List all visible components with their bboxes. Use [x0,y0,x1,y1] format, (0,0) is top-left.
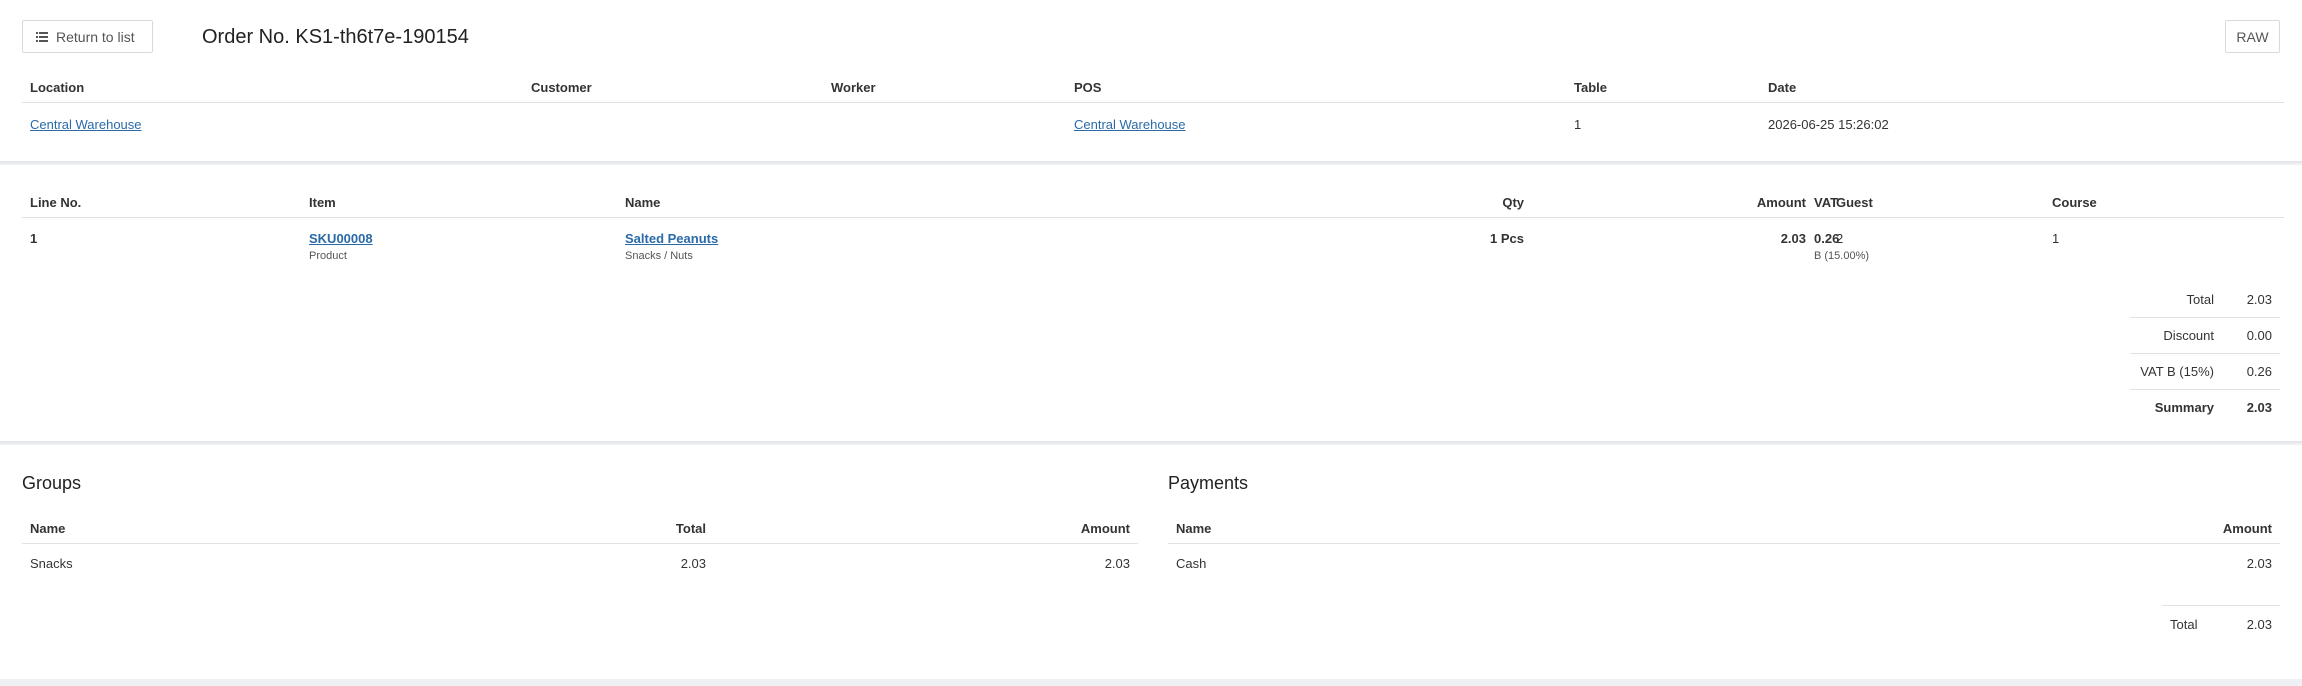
raw-button[interactable]: RAW [2225,20,2280,53]
vat-rate: B (15.00%) [1814,250,1870,262]
date-header: Date [1760,72,2284,103]
worker-header: Worker [823,72,1066,103]
payments-amount-header: Amount [1724,513,2280,544]
item-name-link[interactable]: Salted Peanuts [625,231,718,246]
name-cell: Salted Peanuts Snacks / Nuts [617,218,1257,282]
page-title: Order No. KS1-th6t7e-190154 [202,26,469,48]
summary-row: Summary 2.03 [2130,389,2280,425]
vat-cell: 0.26 B (15.00%) [1814,218,1870,282]
course-header: Course [2044,187,2284,218]
summary-value: 2.03 [2222,389,2280,425]
table-row: 1 SKU00008 Product Salted Peanuts Snacks… [22,218,2284,282]
payments-total-row: Total 2.03 [2162,605,2280,642]
table-header: Table [1566,72,1760,103]
amount-cell: 2.03 [1780,231,1806,246]
item-category: Snacks / Nuts [625,250,693,262]
item-cell: SKU00008 Product [301,218,617,282]
order-info-row: Central Warehouse Central Warehouse 1 20… [22,103,2284,158]
item-type: Product [309,250,347,262]
pos-link[interactable]: Central Warehouse [1074,117,1186,132]
group-name-cell: Snacks [30,556,73,571]
groups-payments-panel: Groups Payments Name Total Amount Snacks… [0,445,2302,679]
groups-total-header: Total [452,513,714,544]
groups-header-row: Name Total Amount [22,513,1138,544]
table-cell: 1 [1574,117,1582,132]
payment-name-cell: Cash [1176,556,1207,571]
payments-header-row: Name Amount [1168,513,2280,544]
worker-cell [823,103,1066,158]
name-header: Name [617,187,1257,218]
payments-title: Payments [1168,473,1249,493]
summary-label: Summary [2130,389,2222,425]
qty-header: Qty [1257,187,1532,218]
item-code-link[interactable]: SKU00008 [309,231,373,246]
payments-total-label: Total [2162,605,2222,642]
vat-total-row: VAT B (15%) 0.26 [2130,353,2280,390]
group-amount-cell: 2.03 [1104,556,1130,571]
pos-cell: Central Warehouse [1066,103,1566,158]
discount-row: Discount 0.00 [2130,317,2280,354]
customer-header: Customer [523,72,823,103]
list-icon [36,31,48,42]
order-totals-table: Total 2.03 Discount 0.00 VAT B (15%) 0.2… [2130,282,2280,425]
line-no-cell: 1 [30,231,38,246]
discount-value: 0.00 [2222,317,2280,354]
payments-total-value: 2.03 [2222,605,2280,642]
order-lines-table: Line No. Item Name Qty Amount VAT Guest … [22,187,2284,281]
return-to-list-label: Return to list [56,28,135,45]
item-header: Item [301,187,617,218]
payments-name-header: Name [1168,513,1724,544]
total-value: 2.03 [2246,292,2272,307]
course-cell: 1 [2052,231,2060,246]
payment-amount-cell: 2.03 [2246,556,2272,571]
qty-cell: 1 Pcs [1490,231,1524,246]
groups-name-header: Name [22,513,452,544]
line-no-header: Line No. [22,187,301,218]
groups-amount-header: Amount [714,513,1138,544]
location-header: Location [22,72,523,103]
total-label: Total [2186,292,2214,307]
date-cell: 2026-06-25 15:26:02 [1768,117,1889,132]
table-row: Snacks 2.03 2.03 [22,544,1138,593]
return-to-list-button[interactable]: Return to list [22,20,153,53]
order-info-table: Location Customer Worker POS Table Date … [22,72,2284,157]
lines-header-row: Line No. Item Name Qty Amount VAT Guest … [22,187,2284,218]
payments-table: Name Amount Cash 2.03 [1168,513,2280,592]
order-header-panel: Return to list Order No. KS1-th6t7e-1901… [0,0,2302,163]
vat-header: VAT [1814,187,1838,218]
location-link[interactable]: Central Warehouse [30,117,142,132]
vat-total-value: 0.26 [2222,353,2280,390]
vat-total-label: VAT B (15%) [2130,353,2222,390]
pos-header: POS [1066,72,1566,103]
order-info-header-row: Location Customer Worker POS Table Date [22,72,2284,103]
discount-label: Discount [2130,317,2222,354]
table-row: Cash 2.03 [1168,544,2280,593]
guest-header: Guest [1828,187,2044,218]
amount-header: Amount [1532,187,1814,218]
order-lines-panel: Line No. Item Name Qty Amount VAT Guest … [0,165,2302,443]
total-row: Total 2.03 [2130,282,2280,318]
groups-title: Groups [22,473,82,493]
location-cell: Central Warehouse [22,103,523,158]
payments-total-table: Total 2.03 [2162,605,2280,642]
groups-table: Name Total Amount Snacks 2.03 2.03 [22,513,1138,592]
group-total-cell: 2.03 [680,556,706,571]
customer-cell [523,103,823,158]
